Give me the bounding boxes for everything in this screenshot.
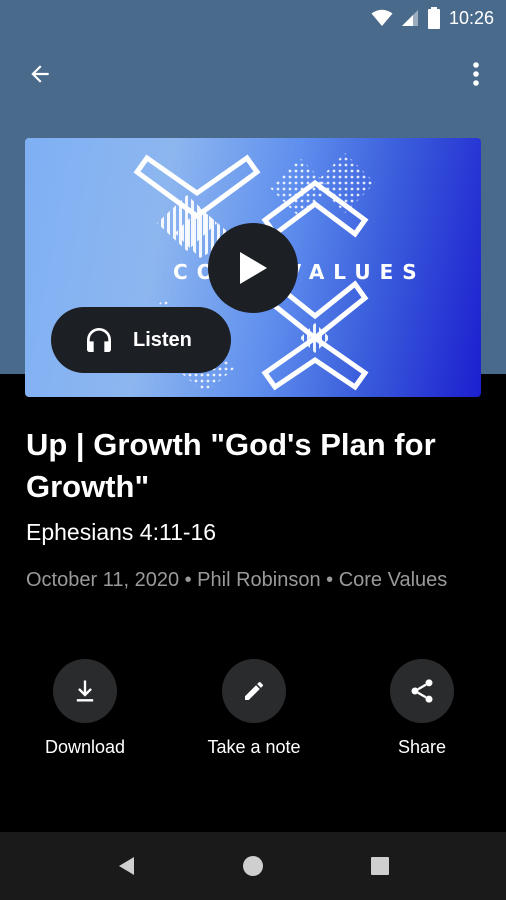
take-note-button[interactable]: Take a note <box>174 659 334 758</box>
sermon-title: Up | Growth "God's Plan for Growth" <box>26 427 436 504</box>
share-icon-circle <box>390 659 454 723</box>
play-icon <box>240 252 267 284</box>
take-note-label: Take a note <box>207 737 301 757</box>
app-bar <box>0 48 506 100</box>
wifi-icon <box>371 9 393 26</box>
play-button[interactable] <box>208 223 298 313</box>
download-label: Download <box>44 737 126 757</box>
back-button[interactable] <box>20 58 60 90</box>
listen-button[interactable]: Listen <box>51 307 231 373</box>
listen-label: Listen <box>133 328 192 351</box>
pencil-icon <box>245 681 264 700</box>
more-vert-icon <box>473 62 479 86</box>
arrow-back-icon <box>31 65 49 83</box>
download-button[interactable]: Download <box>5 659 165 758</box>
nav-home-icon <box>243 856 263 876</box>
cell-signal-icon <box>401 10 418 26</box>
nav-recents-button[interactable] <box>362 850 398 882</box>
nav-home-button[interactable] <box>235 850 271 882</box>
status-bar: 10:26 <box>0 0 506 36</box>
download-icon-circle <box>53 659 117 723</box>
download-icon <box>76 680 94 702</box>
nav-back-icon <box>119 857 134 875</box>
share-label: Share <box>397 737 447 757</box>
share-icon <box>411 679 433 703</box>
note-icon-circle <box>222 659 286 723</box>
share-button[interactable]: Share <box>342 659 502 758</box>
sermon-meta: October 11, 2020 • Phil Robinson • Core … <box>26 569 448 591</box>
battery-icon <box>427 7 440 29</box>
sermon-scripture: Ephesians 4:11-16 <box>26 519 217 545</box>
nav-back-button[interactable] <box>108 850 144 882</box>
system-nav-bar <box>0 832 506 900</box>
more-options-button[interactable] <box>462 56 490 92</box>
action-row: Download Take a note Share <box>0 659 506 769</box>
status-time: 10:26 <box>448 7 494 28</box>
nav-recents-icon <box>371 857 389 875</box>
headphones-icon <box>87 328 111 352</box>
status-icons: 10:26 <box>371 6 494 30</box>
